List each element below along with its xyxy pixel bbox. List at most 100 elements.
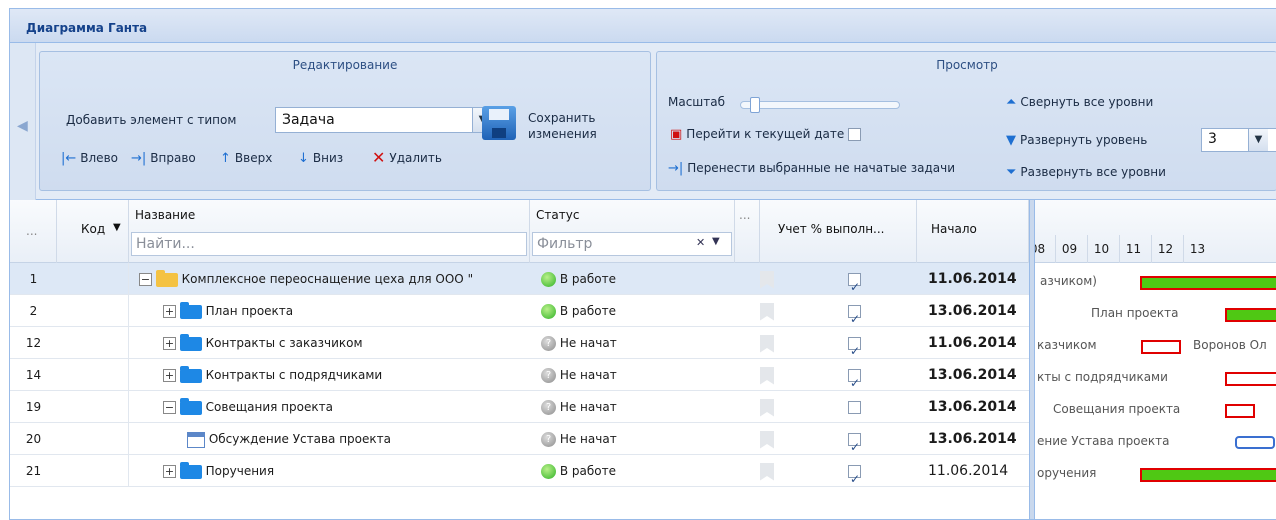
gantt-summary-bar[interactable] [1225, 372, 1276, 386]
status-cell[interactable]: В работе [541, 263, 731, 295]
gantt-task-bar[interactable] [1235, 436, 1275, 449]
start-date-cell[interactable]: 11.06.2014 [928, 327, 1028, 359]
column-start[interactable]: Начало [917, 200, 1029, 263]
delete-button[interactable]: ✕ Удалить [372, 150, 442, 166]
name-cell[interactable]: + План проекта [163, 295, 530, 327]
flag-cell[interactable] [760, 327, 785, 359]
name-cell[interactable]: + Контракты с подрядчиками [163, 359, 530, 391]
expand-icon[interactable]: + [163, 337, 176, 350]
code-cell[interactable] [57, 295, 129, 327]
gantt-summary-bar[interactable] [1225, 404, 1255, 418]
status-cell[interactable]: В работе [541, 295, 731, 327]
progress-cell[interactable] [848, 455, 868, 487]
bookmark-icon[interactable] [760, 302, 774, 321]
start-date-cell[interactable]: 13.06.2014 [928, 295, 1028, 327]
progress-cell[interactable] [848, 263, 868, 295]
table-row[interactable]: 19− Совещания проекта? Не начат 13.06.201… [10, 391, 1029, 423]
expand-level-select[interactable]: 3 ▼ [1201, 128, 1276, 152]
collapse-all-button[interactable]: ⏶ Свернуть все уровни [1006, 95, 1153, 109]
column-progress[interactable]: Учет % выполн... [760, 200, 917, 263]
status-cell[interactable]: ? Не начат [541, 423, 731, 455]
progress-checkbox[interactable] [848, 401, 861, 414]
flag-cell[interactable] [760, 359, 785, 391]
goto-today-button[interactable]: ▣ Перейти к текущей дате [670, 127, 862, 141]
chevron-down-icon[interactable]: ▼ [712, 236, 720, 247]
move-down-button[interactable]: ↓ Вниз [298, 151, 343, 165]
column-dots[interactable]: ... [10, 200, 57, 263]
name-search-input[interactable]: Найти... [131, 232, 527, 256]
progress-checkbox[interactable] [848, 367, 861, 391]
goto-today-checkbox[interactable] [848, 127, 862, 141]
table-row[interactable]: 21 + Поручения В работе 11.06.2014 [10, 455, 1029, 487]
progress-cell[interactable] [848, 359, 868, 391]
name-cell[interactable]: − Совещания проекта [163, 391, 530, 423]
gantt-summary-bar[interactable] [1140, 468, 1276, 482]
move-right-button[interactable]: →| Вправо [131, 151, 196, 165]
start-date-cell[interactable]: 13.06.2014 [928, 423, 1028, 455]
scale-slider[interactable] [740, 97, 900, 113]
status-cell[interactable]: ? Не начат [541, 327, 731, 359]
progress-cell[interactable] [848, 391, 868, 423]
element-type-select[interactable]: Задача ▼ [275, 107, 493, 133]
flag-cell[interactable] [760, 455, 785, 487]
status-cell[interactable]: ? Не начат [541, 359, 731, 391]
table-row[interactable]: 20 Обсуждение Устава проекта? Не начат13… [10, 423, 1029, 455]
table-row[interactable]: 2 + План проекта В работе 13.06.2014 [10, 295, 1029, 327]
flag-cell[interactable] [760, 391, 785, 423]
column-code[interactable]: Код ▼ [57, 200, 129, 263]
table-row[interactable]: 14+ Контракты с подрядчиками? Не начат13… [10, 359, 1029, 391]
status-cell[interactable]: ? Не начат [541, 391, 731, 423]
flag-cell[interactable] [760, 263, 785, 295]
ribbon-collapse-button[interactable]: ◀ [10, 43, 36, 200]
start-date-cell[interactable]: 11.06.2014 [928, 263, 1028, 295]
collapse-icon[interactable]: − [163, 401, 176, 414]
chevron-down-icon[interactable]: ▼ [1248, 129, 1268, 151]
expand-all-button[interactable]: ⏷ Развернуть все уровни [1006, 165, 1166, 179]
name-cell[interactable]: − Комплексное переоснащение цеха для ООО… [139, 263, 530, 295]
progress-checkbox[interactable] [848, 463, 861, 487]
bookmark-icon[interactable] [760, 430, 774, 449]
flag-cell[interactable] [760, 423, 785, 455]
start-date-cell[interactable]: 11.06.2014 [928, 455, 1028, 487]
flag-cell[interactable] [760, 295, 785, 327]
code-cell[interactable] [57, 359, 129, 391]
code-cell[interactable] [57, 391, 129, 423]
code-cell[interactable] [57, 327, 129, 359]
clear-filter-icon[interactable]: ✕ [696, 236, 705, 249]
column-dots2[interactable]: ... [735, 200, 760, 263]
table-row[interactable]: 1 − Комплексное переоснащение цеха для ОО… [10, 263, 1029, 295]
code-cell[interactable] [57, 423, 129, 455]
column-name[interactable]: Название Найти... [129, 200, 530, 263]
start-date-cell[interactable]: 13.06.2014 [928, 391, 1028, 423]
progress-checkbox[interactable] [848, 335, 861, 359]
column-menu-icon[interactable]: ▼ [113, 222, 121, 233]
expand-icon[interactable]: + [163, 305, 176, 318]
start-date-cell[interactable]: 13.06.2014 [928, 359, 1028, 391]
expand-level-button[interactable]: ▼ Развернуть уровень [1006, 133, 1147, 147]
move-not-started-button[interactable]: →| Перенести выбранные не начатые задачи [668, 161, 955, 175]
move-left-button[interactable]: |← Влево [61, 151, 118, 165]
progress-cell[interactable] [848, 423, 868, 455]
expand-icon[interactable]: + [163, 465, 176, 478]
collapse-icon[interactable]: − [139, 273, 152, 286]
column-status[interactable]: Статус Фильтр ✕ ▼ [530, 200, 735, 263]
bookmark-icon[interactable] [760, 366, 774, 385]
gantt-summary-bar[interactable] [1141, 340, 1181, 354]
code-cell[interactable] [57, 455, 129, 487]
progress-checkbox[interactable] [848, 431, 861, 455]
progress-checkbox[interactable] [848, 303, 861, 327]
progress-checkbox[interactable] [848, 271, 861, 295]
gantt-summary-bar[interactable] [1225, 308, 1276, 322]
expand-icon[interactable]: + [163, 369, 176, 382]
bookmark-icon[interactable] [760, 334, 774, 353]
name-cell[interactable]: + Поручения [163, 455, 530, 487]
progress-cell[interactable] [848, 327, 868, 359]
progress-cell[interactable] [848, 295, 868, 327]
bookmark-icon[interactable] [760, 398, 774, 417]
bookmark-icon[interactable] [760, 270, 774, 289]
bookmark-icon[interactable] [760, 462, 774, 481]
move-up-button[interactable]: ↑ Вверх [220, 151, 272, 165]
status-cell[interactable]: В работе [541, 455, 731, 487]
name-cell[interactable]: + Контракты с заказчиком [163, 327, 530, 359]
name-cell[interactable]: Обсуждение Устава проекта [187, 423, 530, 455]
